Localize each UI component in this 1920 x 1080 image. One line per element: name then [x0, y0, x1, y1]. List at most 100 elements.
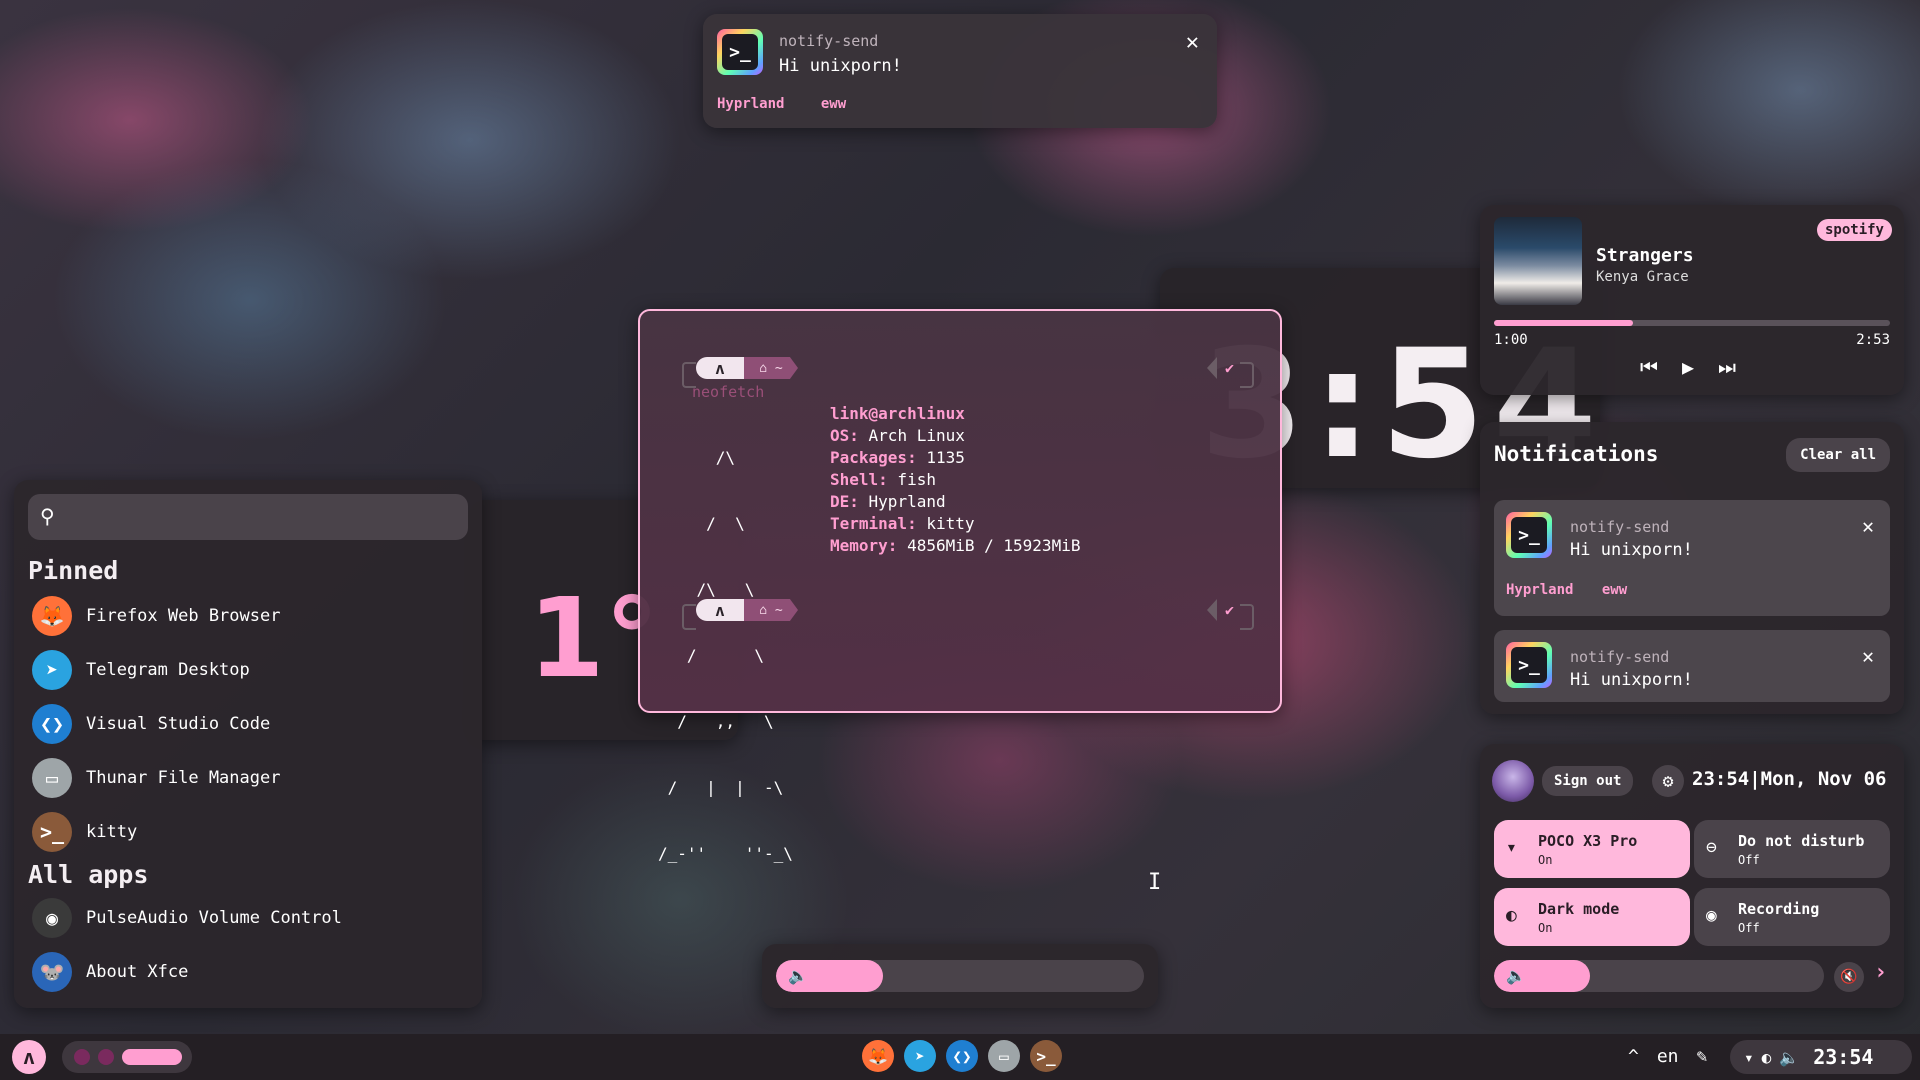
- prompt-right: ✔: [1206, 357, 1254, 388]
- workspace-active[interactable]: [122, 1049, 182, 1065]
- check-icon: ✔: [1224, 601, 1234, 619]
- check-icon: ✔: [1224, 359, 1234, 377]
- workspace-2[interactable]: [98, 1049, 114, 1065]
- do-not-disturb-icon: ⊖: [1706, 837, 1717, 858]
- notification-body: Hi unixporn!: [779, 56, 902, 76]
- chevron-right-icon[interactable]: ›: [1874, 960, 1887, 985]
- wifi-icon: ▾: [1506, 837, 1517, 858]
- kitty-icon[interactable]: >_: [1030, 1040, 1062, 1072]
- contrast-icon: ◐: [1761, 1047, 1772, 1067]
- mute-icon[interactable]: 🔇: [1834, 962, 1864, 992]
- pinned-heading: Pinned: [28, 556, 119, 585]
- arch-icon: ʌ: [696, 599, 744, 621]
- notification-center: Notifications Clear all >_ notify-send H…: [1480, 422, 1904, 714]
- notification-app-name: notify-send: [1570, 518, 1670, 536]
- app-item[interactable]: ❮❯ Visual Studio Code: [32, 702, 270, 746]
- notification-app-name: notify-send: [1570, 648, 1670, 666]
- tile-recording[interactable]: ◉ Recording Off: [1694, 888, 1890, 946]
- status-pill[interactable]: ▾ ◐ 🔈 23:54: [1730, 1040, 1912, 1074]
- app-item[interactable]: ◉ PulseAudio Volume Control: [32, 896, 342, 940]
- close-icon[interactable]: ✕: [1862, 644, 1874, 668]
- notification-action-hyprland[interactable]: Hyprland: [1506, 582, 1573, 598]
- thunar-icon[interactable]: ▭: [988, 1040, 1020, 1072]
- total-time: 2:53: [1856, 332, 1890, 348]
- tile-wifi[interactable]: ▾ POCO X3 Pro On: [1494, 820, 1690, 878]
- app-item[interactable]: ▭ Thunar File Manager: [32, 756, 280, 800]
- notification-action-eww[interactable]: eww: [1602, 582, 1627, 598]
- firefox-icon[interactable]: 🦊: [862, 1040, 894, 1072]
- terminal-command: neofetch: [692, 383, 765, 401]
- telegram-icon: ➤: [32, 650, 72, 690]
- chevron-up-icon[interactable]: ^: [1628, 1046, 1639, 1067]
- notifications-title: Notifications: [1494, 442, 1659, 466]
- gear-icon[interactable]: ⚙: [1652, 765, 1684, 797]
- thunar-icon: ▭: [32, 758, 72, 798]
- prompt-left: ʌ ⌂ ~: [682, 357, 798, 388]
- record-icon: ◉: [1706, 905, 1717, 926]
- tile-dark-mode[interactable]: ◐ Dark mode On: [1494, 888, 1690, 946]
- text-cursor-icon: I: [1148, 870, 1162, 895]
- notification-card[interactable]: >_ notify-send Hi unixporn! ✕: [1494, 630, 1890, 702]
- next-icon[interactable]: ⏭: [1718, 355, 1736, 379]
- wifi-icon: ▾: [1744, 1047, 1754, 1067]
- tile-do-not-disturb[interactable]: ⊖ Do not disturb Off: [1694, 820, 1890, 878]
- player-source-badge[interactable]: spotify: [1816, 219, 1892, 241]
- workspace-1[interactable]: [74, 1049, 90, 1065]
- app-item-label: PulseAudio Volume Control: [86, 908, 342, 928]
- neofetch-info: link@archlinux OS: Arch Linux Packages: …: [830, 404, 1081, 555]
- app-item[interactable]: 🐭 About Xfce: [32, 950, 188, 994]
- app-item-label: Thunar File Manager: [86, 768, 281, 788]
- volume-slider[interactable]: 🔈: [1494, 960, 1824, 992]
- app-item-label: Firefox Web Browser: [86, 606, 281, 626]
- keyboard-layout[interactable]: en: [1657, 1046, 1679, 1067]
- clear-all-button[interactable]: Clear all: [1786, 438, 1890, 472]
- pulseaudio-icon: ◉: [32, 898, 72, 938]
- album-cover: [1494, 217, 1582, 305]
- notification-card[interactable]: >_ notify-send Hi unixporn! ✕ Hyprland e…: [1494, 500, 1890, 616]
- osd-volume-slider[interactable]: 🔈: [776, 960, 1144, 992]
- app-item-label: kitty: [86, 822, 138, 842]
- notification-actions: Hyprland eww: [717, 96, 866, 112]
- avatar: [1492, 760, 1534, 802]
- notification-app-name: notify-send: [779, 32, 879, 50]
- system-tray: ^ en ✎: [1628, 1046, 1707, 1067]
- app-launcher: ⚲ Pinned 🦊 Firefox Web Browser ➤ Telegram D…: [14, 480, 482, 1008]
- dark-mode-icon: ◐: [1506, 905, 1517, 926]
- search-input[interactable]: ⚲: [28, 494, 468, 540]
- track-progress-slider[interactable]: [1494, 320, 1890, 326]
- notification-body: Hi unixporn!: [1570, 670, 1693, 690]
- media-player: spotify Strangers Kenya Grace 1:00 2:53 …: [1480, 205, 1904, 395]
- close-icon[interactable]: ✕: [1862, 514, 1874, 538]
- sign-out-button[interactable]: Sign out: [1542, 766, 1634, 796]
- speaker-icon: 🔈: [1506, 966, 1526, 985]
- pen-icon[interactable]: ✎: [1697, 1046, 1708, 1067]
- notification-popup[interactable]: >_ notify-send Hi unixporn! ✕ Hyprland e…: [703, 14, 1217, 128]
- app-item-label: About Xfce: [86, 962, 189, 982]
- vscode-icon[interactable]: ❮❯: [946, 1040, 978, 1072]
- app-item[interactable]: 🦊 Firefox Web Browser: [32, 594, 280, 638]
- date-time: 23:54|Mon, Nov 06: [1692, 768, 1887, 790]
- app-item-label: Visual Studio Code: [86, 714, 271, 734]
- telegram-icon[interactable]: ➤: [904, 1040, 936, 1072]
- arch-icon: ʌ: [696, 357, 744, 379]
- kitty-icon: >_: [32, 812, 72, 852]
- app-item[interactable]: >_ kitty: [32, 810, 137, 854]
- arch-launcher-button[interactable]: ʌ: [12, 1040, 46, 1074]
- terminal-app-icon: >_: [1506, 512, 1552, 558]
- firefox-icon: 🦊: [32, 596, 72, 636]
- vscode-icon: ❮❯: [32, 704, 72, 744]
- close-icon[interactable]: ✕: [1186, 30, 1199, 55]
- terminal-window[interactable]: ʌ ⌂ ~ ✔ neofetch /\ / \ /\ \ / \ / ,, \ …: [638, 309, 1282, 863]
- bar-clock: 23:54: [1813, 1045, 1874, 1069]
- play-icon[interactable]: ▶: [1682, 355, 1694, 379]
- taskbar: ʌ 🦊 ➤ ❮❯ ▭ >_ ^ en ✎ ▾ ◐ 🔈 23:54: [0, 1034, 1920, 1080]
- notification-action-hyprland[interactable]: Hyprland: [717, 96, 784, 112]
- notification-body: Hi unixporn!: [1570, 540, 1693, 560]
- workspaces: [62, 1041, 192, 1073]
- notification-action-eww[interactable]: eww: [821, 96, 846, 112]
- speaker-icon: 🔈: [1779, 1047, 1800, 1067]
- previous-icon[interactable]: ⏮: [1640, 355, 1658, 379]
- dock: 🦊 ➤ ❮❯ ▭ >_: [862, 1040, 1062, 1072]
- quick-settings: Sign out ⚙ 23:54|Mon, Nov 06 ▾ POCO X3 P…: [1480, 744, 1904, 1008]
- app-item[interactable]: ➤ Telegram Desktop: [32, 648, 250, 692]
